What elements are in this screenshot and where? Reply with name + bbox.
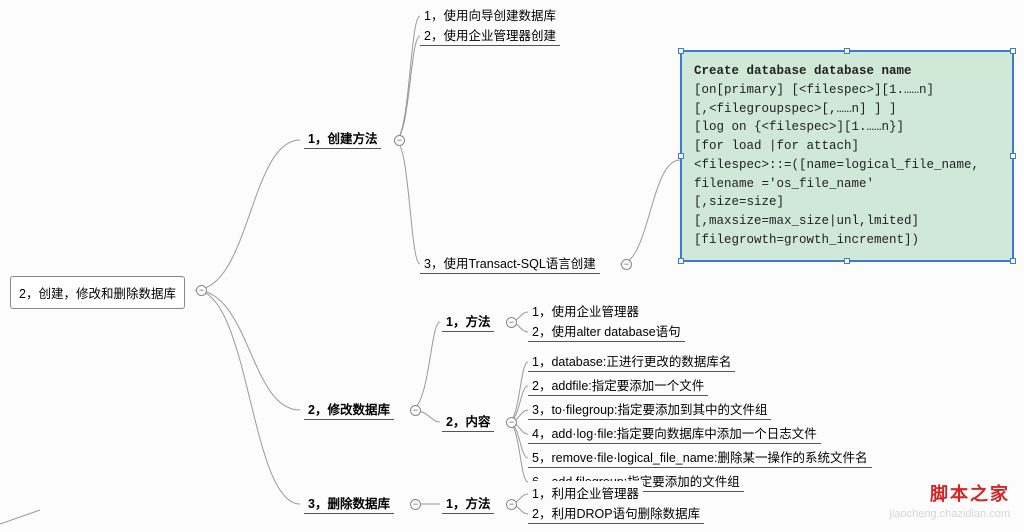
toggle-modify[interactable]: − <box>410 405 421 416</box>
node-content-i4[interactable]: 4，add·log·file:指定要向数据库中添加一个日志文件 <box>528 421 821 444</box>
panel-l2: [on[primary] [<filespec>][1.……n] <box>694 81 1000 100</box>
panel-l5: [for load |for attach] <box>694 137 1000 156</box>
panel-l9: [,maxsize=max_size|unl,lmited] <box>694 212 1000 231</box>
node-delete-d2[interactable]: 2，利用DROP语句删除数据库 <box>528 501 704 524</box>
node-content-i1[interactable]: 1，database:正进行更改的数据库名 <box>528 349 735 372</box>
sql-panel[interactable]: Create database database name [on[primar… <box>680 50 1014 262</box>
toggle-delete[interactable]: − <box>410 499 421 510</box>
panel-l1: Create database database name <box>694 62 1000 81</box>
node-modify-m2[interactable]: 2，使用alter database语句 <box>528 319 685 342</box>
watermark-main: 脚本之家 <box>930 480 1010 506</box>
panel-l3: [,<filegroupspec>[,……n] ] ] <box>694 100 1000 119</box>
node-modify[interactable]: 2，修改数据库 <box>304 397 394 420</box>
node-create[interactable]: 1，创建方法 <box>304 126 381 149</box>
panel-l7: filename ='os_file_name' <box>694 175 1000 194</box>
toggle-root[interactable]: − <box>196 285 207 296</box>
root-node[interactable]: 2，创建，修改和删除数据库 <box>10 276 185 309</box>
watermark-sub: jiaocheng.chazidian.com <box>890 508 1010 520</box>
node-create-c3-label: 3，使用Transact-SQL语言创建 <box>424 257 596 271</box>
panel-l8: [,size=size] <box>694 193 1000 212</box>
toggle-modify-method[interactable]: − <box>506 317 517 328</box>
node-create-c3[interactable]: 3，使用Transact-SQL语言创建 <box>420 251 600 274</box>
toggle-create-c3[interactable]: − <box>621 259 632 270</box>
node-modify-content[interactable]: 2，内容 <box>442 409 494 432</box>
node-content-i3[interactable]: 3，to·filegroup:指定要添加到其中的文件组 <box>528 397 771 420</box>
panel-l4: [log on {<filespec>][1.……n}] <box>694 118 1000 137</box>
node-create-c2[interactable]: 2，使用企业管理器创建 <box>420 23 560 46</box>
panel-l10: [filegrowth=growth_increment]) <box>694 231 1000 250</box>
node-delete[interactable]: 3，删除数据库 <box>304 491 394 514</box>
node-modify-method[interactable]: 1，方法 <box>442 309 494 332</box>
toggle-create[interactable]: − <box>394 135 405 146</box>
node-delete-method[interactable]: 1，方法 <box>442 491 494 514</box>
node-content-i5[interactable]: 5，remove·file·logical_file_name:删除某一操作的系… <box>528 445 872 468</box>
node-content-i2[interactable]: 2，addfile:指定要添加一个文件 <box>528 373 708 396</box>
toggle-delete-method[interactable]: − <box>506 499 517 510</box>
panel-l6: <filespec>::=([name=logical_file_name, <box>694 156 1000 175</box>
toggle-modify-content[interactable]: − <box>506 417 517 428</box>
root-label: 2，创建，修改和删除数据库 <box>19 287 176 301</box>
